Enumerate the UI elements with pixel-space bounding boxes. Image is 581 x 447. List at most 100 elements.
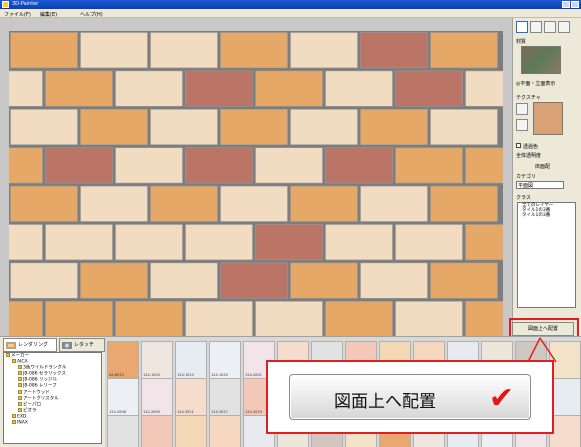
material-swatch[interactable]: 124-3021 [175, 378, 207, 416]
brick [325, 224, 393, 261]
material-swatch[interactable]: 124-1020 [209, 341, 241, 379]
brick [395, 70, 463, 107]
brick [290, 109, 358, 146]
close-button[interactable] [571, 1, 579, 8]
brick [430, 32, 498, 69]
texture-preview-thumbnail[interactable] [533, 102, 563, 135]
category-select[interactable]: 平面図 [516, 181, 564, 189]
brick [465, 300, 503, 337]
material-swatch[interactable]: SA-8913 [107, 341, 139, 379]
brick [220, 32, 288, 69]
tool-icon-2[interactable] [530, 21, 542, 33]
transparent-color-checkbox[interactable] [516, 143, 521, 148]
material-swatch[interactable]: 124-1000 [141, 341, 173, 379]
folder-icon [18, 401, 22, 406]
callout-box: 図面上へ配置 ✔ [266, 360, 554, 434]
tab-rendering[interactable]: レンダリング [3, 338, 57, 352]
brick [430, 109, 498, 146]
pointer-tool-icon[interactable] [516, 21, 528, 33]
menu-help[interactable]: ヘルプ(H) [80, 11, 103, 18]
texture-tool-icon-1[interactable] [516, 103, 528, 115]
folder-icon [12, 420, 16, 425]
brick [185, 300, 253, 337]
material-swatch[interactable] [175, 415, 207, 447]
texture-section-label: テクスチャ [516, 95, 541, 101]
brick [10, 185, 78, 222]
title-bar: 3D-Painter [0, 0, 581, 9]
highlight-rectangle [509, 318, 579, 338]
brick [360, 32, 428, 69]
brick [45, 300, 113, 337]
overall-alpha-label: 全体透明度 [516, 153, 542, 159]
folder-icon [18, 395, 22, 400]
material-tree[interactable]: メーカー AICA 3色ワイルドラングル JB-086 セラリックス JB-08… [3, 352, 102, 444]
tab-retouch-label: レタッチ [74, 342, 95, 348]
brick [255, 147, 323, 184]
app-icon [2, 1, 9, 8]
brick [430, 185, 498, 222]
texture-tool-icon-2[interactable] [516, 119, 528, 131]
brick [325, 300, 393, 337]
tool-icon-3[interactable] [544, 21, 556, 33]
material-swatch[interactable]: 124-1010 [175, 341, 207, 379]
tool-icon-4[interactable] [558, 21, 570, 33]
brick [10, 32, 78, 69]
brick [9, 300, 43, 337]
material-preview-thumbnail[interactable] [521, 46, 561, 74]
brick [115, 147, 183, 184]
drawing-canvas[interactable] [9, 31, 503, 338]
swatch-caption: 124-2001 [245, 373, 262, 377]
class-label: クラス [516, 195, 531, 201]
brick [290, 32, 358, 69]
brick [395, 300, 463, 337]
class-list[interactable]: 全てのレイヤー タイル1の3番 タイル1の3番 [517, 202, 576, 308]
brick [150, 109, 218, 146]
material-swatch[interactable]: 124-3027 [209, 378, 241, 416]
material-swatch[interactable]: 124-2008 [107, 378, 139, 416]
brick [80, 262, 148, 299]
folder-icon [18, 407, 22, 412]
brick [360, 185, 428, 222]
material-swatch[interactable]: 124-2009 [141, 378, 173, 416]
menu-bar: ファイル(F) 編集(E) ヘルプ(H) [0, 9, 581, 18]
brick [185, 147, 253, 184]
swatch-caption: 124-1000 [143, 373, 160, 377]
transparent-color-label: 透過色 [523, 144, 539, 150]
category-label: カテゴリ [516, 174, 537, 180]
menu-file[interactable]: ファイル(F) [4, 11, 31, 18]
material-swatch[interactable] [141, 415, 173, 447]
folder-icon [12, 359, 16, 364]
swatch-caption: 124-3021 [177, 410, 194, 414]
material-swatch[interactable] [107, 415, 139, 447]
minimize-button[interactable] [562, 1, 570, 8]
place-on-drawing-button-zoomed[interactable]: 図面上へ配置 ✔ [289, 374, 531, 420]
work-area [0, 18, 512, 338]
material-swatch[interactable] [209, 415, 241, 447]
folder-icon [18, 371, 22, 376]
brick [185, 224, 253, 261]
brick [9, 147, 43, 184]
brick [430, 262, 498, 299]
class-list-item[interactable]: タイル1の3番 [518, 213, 575, 218]
brick [185, 70, 253, 107]
brick [115, 70, 183, 107]
brick [115, 300, 183, 337]
brick [115, 224, 183, 261]
brick [150, 32, 218, 69]
tree-item[interactable]: INAX [4, 420, 101, 426]
tab-retouch[interactable]: レタッチ [59, 338, 105, 352]
brick [150, 262, 218, 299]
menu-edit[interactable]: 編集(E) [40, 11, 57, 18]
brick-wall-image [9, 31, 503, 338]
window-title: 3D-Painter [12, 1, 39, 7]
brick [255, 70, 323, 107]
place-on-drawing-label: 図面上へ配置 [334, 392, 436, 412]
brick [220, 109, 288, 146]
brick [80, 32, 148, 69]
brick [465, 147, 503, 184]
view-mode-label[interactable]: ◎平面・立面表示 [516, 80, 555, 87]
swatch-caption: SA-8913 [109, 373, 124, 377]
brick [465, 224, 503, 261]
brick [290, 262, 358, 299]
brick [80, 185, 148, 222]
